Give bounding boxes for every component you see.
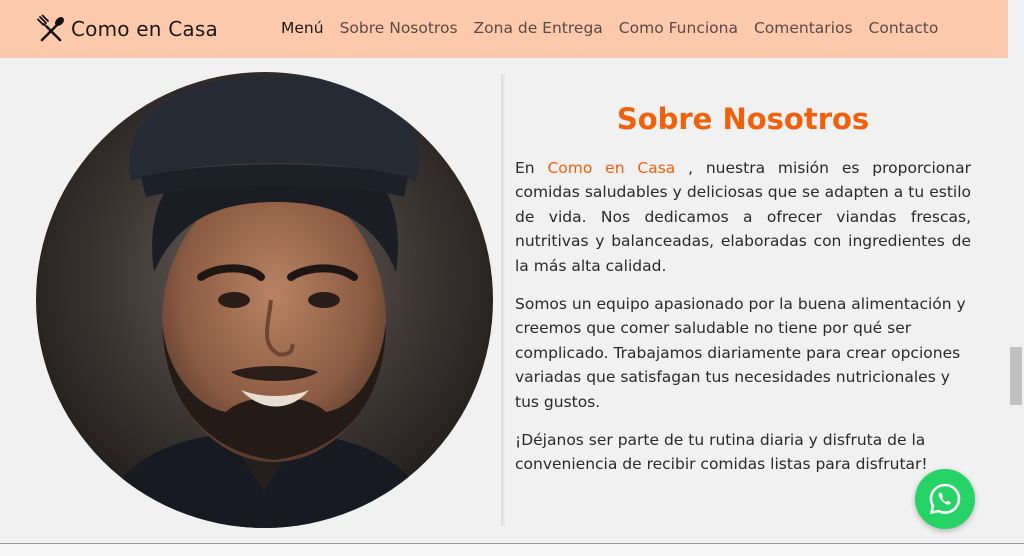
whatsapp-button[interactable]: [915, 469, 975, 529]
nav-link-contacto[interactable]: Contacto: [869, 19, 939, 37]
nav-link-como-funciona[interactable]: Como Funciona: [619, 19, 738, 37]
nav-link-comentarios[interactable]: Comentarios: [754, 19, 853, 37]
navbar: Como en Casa Menú Sobre Nosotros Zona de…: [0, 0, 1008, 58]
brand-name: Como en Casa: [71, 17, 218, 41]
scrollbar-track[interactable]: [1008, 0, 1024, 544]
crossed-fork-spoon-icon: [37, 14, 64, 42]
about-paragraph-2: Somos un equipo apasionado por la buena …: [515, 295, 966, 411]
nav-link-zona-de-entrega[interactable]: Zona de Entrega: [474, 19, 603, 37]
bottom-strip: [0, 544, 1024, 556]
whatsapp-icon: [929, 483, 961, 514]
nav-link-menu[interactable]: Menú: [281, 19, 324, 37]
brand-highlight: Como en Casa: [547, 159, 676, 177]
nav-link-sobre-nosotros[interactable]: Sobre Nosotros: [340, 19, 458, 37]
section-title: Sobre Nosotros: [616, 102, 870, 136]
nav-menu: Menú Sobre Nosotros Zona de Entrega Como…: [281, 19, 954, 37]
p1-prefix: En: [515, 159, 548, 177]
chef-photo: [36, 72, 493, 528]
brand-logo[interactable]: Como en Casa: [36, 14, 218, 44]
section-divider: [501, 74, 505, 526]
scrollbar-thumb[interactable]: [1010, 347, 1022, 405]
about-paragraph-3: ¡Déjanos ser parte de tu rutina diaria y…: [515, 431, 928, 474]
about-paragraph-1: En Como en Casa , nuestra misión es prop…: [515, 156, 971, 278]
